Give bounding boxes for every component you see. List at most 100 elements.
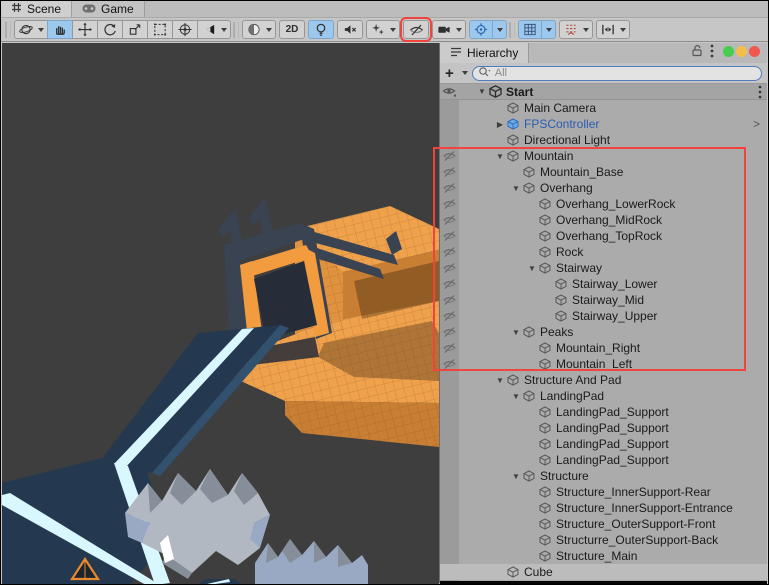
hidden-eye-icon[interactable] bbox=[442, 198, 457, 213]
hierarchy-tabbar: Hierarchy bbox=[440, 43, 767, 63]
chevron-down-icon bbox=[497, 27, 503, 32]
hidden-eye-icon[interactable] bbox=[442, 358, 457, 373]
effects-toggle[interactable] bbox=[366, 20, 400, 39]
hidden-eye-icon[interactable] bbox=[442, 310, 457, 325]
transform-tool[interactable] bbox=[172, 20, 198, 39]
hierarchy-row-overhang-midrock[interactable]: Overhang_MidRock bbox=[440, 212, 767, 228]
hierarchy-row-directional-light[interactable]: Directional Light bbox=[440, 132, 767, 148]
hierarchy-row-landingpad-support[interactable]: LandingPad_Support bbox=[440, 436, 767, 452]
dropdown-caret[interactable] bbox=[492, 21, 503, 38]
search-field[interactable] bbox=[471, 65, 762, 81]
hierarchy-row-landingpad-support[interactable]: LandingPad_Support bbox=[440, 404, 767, 420]
2d-toggle[interactable]: 2D bbox=[279, 20, 305, 39]
hierarchy-row-mountain-left[interactable]: Mountain_Left bbox=[440, 356, 767, 372]
rect-tool[interactable] bbox=[147, 20, 173, 39]
scene-visibility-toggle[interactable] bbox=[400, 17, 432, 42]
hierarchy-row-cube[interactable]: Cube bbox=[440, 564, 767, 580]
prefab-open-arrow[interactable]: > bbox=[753, 117, 767, 131]
hierarchy-row-overhang[interactable]: ▼ Overhang bbox=[440, 180, 767, 196]
hidden-eye-icon[interactable] bbox=[442, 278, 457, 293]
scene-header-start[interactable]: ▼ Start bbox=[440, 84, 767, 100]
hierarchy-row-structure-innersupport-entrance[interactable]: Structure_InnerSupport-Entrance bbox=[440, 500, 767, 516]
foldout-arrow[interactable]: ▶ bbox=[493, 120, 507, 129]
hierarchy-row-fpscontroller[interactable]: ▶ FPSController > bbox=[440, 116, 767, 132]
foldout-arrow[interactable]: ▼ bbox=[525, 264, 539, 273]
dropdown-caret[interactable] bbox=[541, 21, 552, 38]
hierarchy-row-landingpad-support[interactable]: LandingPad_Support bbox=[440, 420, 767, 436]
hidden-eye-icon[interactable] bbox=[442, 262, 457, 277]
hidden-eye-icon[interactable] bbox=[442, 214, 457, 229]
chevron-down-icon[interactable] bbox=[461, 71, 468, 75]
hierarchy-row-landingpad-support[interactable]: LandingPad_Support bbox=[440, 452, 767, 468]
scene-visibility-eye-icon[interactable] bbox=[442, 86, 457, 101]
hidden-eye-icon[interactable] bbox=[442, 166, 457, 181]
search-input[interactable] bbox=[494, 67, 756, 79]
dropdown-caret[interactable] bbox=[34, 27, 44, 32]
foldout-arrow[interactable]: ▼ bbox=[493, 152, 507, 161]
hierarchy-row-structure-innersupport-rear[interactable]: Structure_InnerSupport-Rear bbox=[440, 484, 767, 500]
scene-kebab-icon[interactable] bbox=[758, 85, 767, 99]
hierarchy-row-overhang-toprock[interactable]: Overhang_TopRock bbox=[440, 228, 767, 244]
hierarchy-row-mountain-right[interactable]: Mountain_Right bbox=[440, 340, 767, 356]
move-tool[interactable] bbox=[72, 20, 98, 39]
dropdown-caret[interactable] bbox=[452, 27, 462, 32]
dropdown-caret[interactable] bbox=[217, 27, 227, 32]
rotate-tool[interactable] bbox=[97, 20, 123, 39]
tab-scene[interactable]: Scene bbox=[1, 1, 73, 17]
hierarchy-row-stairway-mid[interactable]: Stairway_Mid bbox=[440, 292, 767, 308]
hierarchy-row-structure[interactable]: ▼ Structure bbox=[440, 468, 767, 484]
foldout-arrow[interactable]: ▼ bbox=[509, 392, 523, 401]
hierarchy-row-landingpad[interactable]: ▼ LandingPad bbox=[440, 388, 767, 404]
foldout-arrow[interactable]: ▼ bbox=[475, 87, 489, 96]
hierarchy-row-main-camera[interactable]: Main Camera bbox=[440, 100, 767, 116]
hierarchy-row-stairway[interactable]: ▼ Stairway bbox=[440, 260, 767, 276]
lock-icon[interactable] bbox=[691, 44, 703, 62]
hidden-eye-icon[interactable] bbox=[442, 294, 457, 309]
hierarchy-row-structure-outersupport-front[interactable]: Structure_OuterSupport-Front bbox=[440, 516, 767, 532]
scene-viewport[interactable] bbox=[2, 43, 439, 584]
tab-game[interactable]: Game bbox=[72, 1, 145, 17]
foldout-arrow[interactable]: ▼ bbox=[509, 328, 523, 337]
view-tool[interactable] bbox=[14, 20, 48, 39]
hierarchy-row-stairway-upper[interactable]: Stairway_Upper bbox=[440, 308, 767, 324]
camera-overlay[interactable] bbox=[432, 20, 466, 39]
hierarchy-row-peaks[interactable]: ▼ Peaks bbox=[440, 324, 767, 340]
hidden-eye-icon[interactable] bbox=[442, 230, 457, 245]
hierarchy-row-structurre-outersupport-back[interactable]: Structurre_OuterSupport-Back bbox=[440, 532, 767, 548]
grid-snapping[interactable] bbox=[518, 20, 556, 39]
audio-toggle[interactable] bbox=[337, 20, 363, 39]
foldout-arrow[interactable]: ▼ bbox=[509, 472, 523, 481]
shading-mode[interactable] bbox=[242, 20, 276, 39]
hidden-eye-icon[interactable] bbox=[442, 182, 457, 197]
hierarchy-row-mountain[interactable]: ▼ Mountain bbox=[440, 148, 767, 164]
hierarchy-row-overhang-lowerrock[interactable]: Overhang_LowerRock bbox=[440, 196, 767, 212]
lighting-toggle[interactable] bbox=[308, 20, 334, 39]
kebab-menu-icon[interactable] bbox=[710, 44, 714, 63]
hierarchy-row-structure-main[interactable]: Structure_Main bbox=[440, 548, 767, 564]
dropdown-caret[interactable] bbox=[616, 27, 626, 32]
handle-position[interactable] bbox=[596, 20, 630, 39]
gameobject-cube-icon bbox=[539, 534, 553, 546]
foldout-arrow[interactable]: ▼ bbox=[493, 376, 507, 385]
hand-tool[interactable] bbox=[47, 20, 73, 39]
create-button[interactable]: + bbox=[445, 66, 454, 81]
scene-asset-icon bbox=[489, 85, 503, 98]
hierarchy-row-mountain-base[interactable]: Mountain_Base bbox=[440, 164, 767, 180]
snap-increment[interactable] bbox=[559, 20, 593, 39]
custom-tool[interactable] bbox=[197, 20, 231, 39]
hidden-eye-icon[interactable] bbox=[442, 342, 457, 357]
hierarchy-row-rock[interactable]: Rock bbox=[440, 244, 767, 260]
hierarchy-row-structure-and-pad[interactable]: ▼ Structure And Pad bbox=[440, 372, 767, 388]
dropdown-caret[interactable] bbox=[579, 27, 589, 32]
dropdown-caret[interactable] bbox=[262, 27, 272, 32]
dropdown-caret[interactable] bbox=[386, 27, 396, 32]
foldout-arrow[interactable]: ▼ bbox=[509, 184, 523, 193]
tab-hierarchy[interactable]: Hierarchy bbox=[440, 43, 530, 63]
hierarchy-row-stairway-lower[interactable]: Stairway_Lower bbox=[440, 276, 767, 292]
row-label: Structure bbox=[540, 469, 589, 483]
scale-tool[interactable] bbox=[122, 20, 148, 39]
hidden-eye-icon[interactable] bbox=[442, 326, 457, 341]
hidden-eye-icon[interactable] bbox=[442, 246, 457, 261]
hidden-eye-icon[interactable] bbox=[442, 150, 457, 165]
gizmos-toggle[interactable] bbox=[469, 20, 507, 39]
